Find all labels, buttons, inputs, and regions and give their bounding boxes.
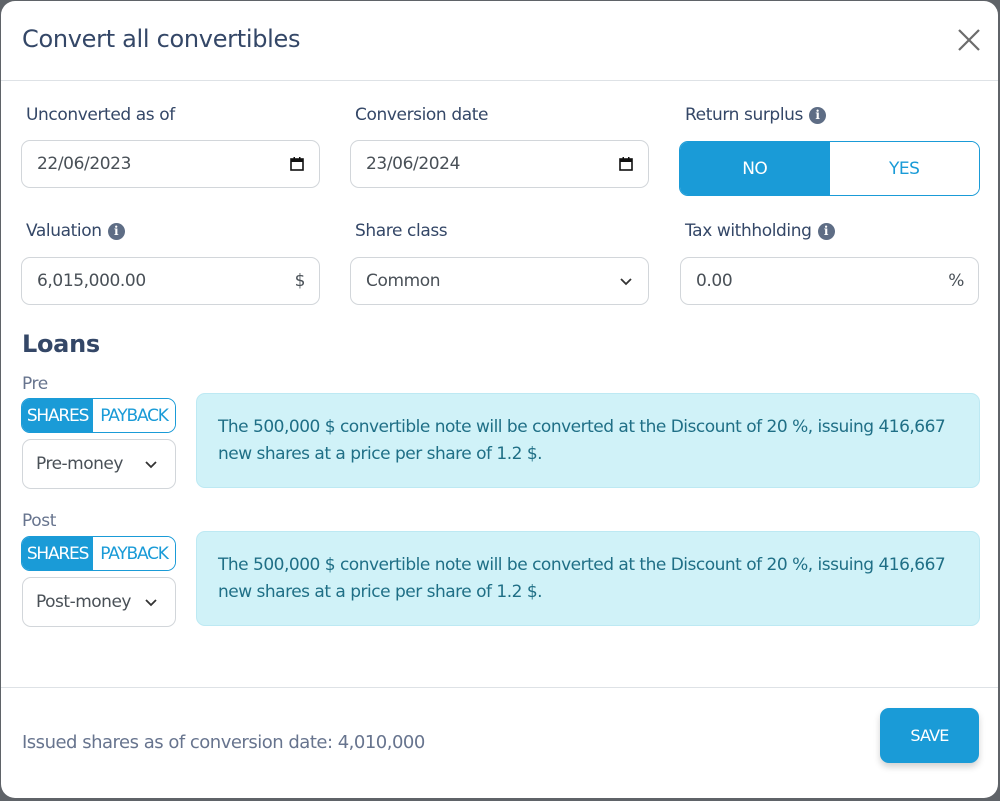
modal-footer: Issued shares as of conversion date: 4,0… [1,687,998,798]
info-icon[interactable]: i [107,222,125,240]
convert-convertibles-modal: Convert all convertibles Unconverted as … [1,1,998,798]
unconverted-as-of-date-input[interactable]: 22/06/2023 [21,140,320,188]
valuation-label: Valuation i [26,221,125,241]
unconverted-as-of-label: Unconverted as of [26,105,175,125]
save-button[interactable]: SAVE [880,708,979,763]
info-icon[interactable]: i [808,106,826,124]
post-shares-option[interactable]: SHARES [22,537,93,570]
tax-withholding-label-text: Tax withholding [685,221,812,241]
pre-loan-conversion-message: The 500,000 $ convertible note will be c… [196,393,980,488]
unconverted-as-of-label-text: Unconverted as of [26,105,175,125]
currency-suffix: $ [294,271,306,291]
tax-withholding-value: 0.00 [696,271,733,291]
return-surplus-label: Return surplus i [685,105,826,125]
return-surplus-toggle: NO YES [679,141,980,196]
share-class-select[interactable]: Common [350,257,649,305]
valuation-label-text: Valuation [26,221,102,241]
return-surplus-label-text: Return surplus [685,105,803,125]
conversion-date-label: Conversion date [355,105,488,125]
chevron-down-icon [145,599,157,607]
modal-title: Convert all convertibles [22,25,301,53]
percent-suffix: % [948,271,964,291]
post-loan-conversion-message: The 500,000 $ convertible note will be c… [196,531,980,626]
pre-money-select[interactable]: Pre-money [22,439,176,489]
post-payback-option[interactable]: PAYBACK [93,537,175,570]
share-class-label: Share class [355,221,448,241]
tax-withholding-input[interactable]: 0.00 % [680,257,979,305]
pre-money-value: Pre-money [36,454,123,474]
calendar-icon[interactable] [289,156,305,172]
info-icon[interactable]: i [817,222,835,240]
post-loan-label: Post [22,511,56,531]
tax-withholding-label: Tax withholding i [685,221,835,241]
chevron-down-icon [145,461,157,469]
valuation-value: 6,015,000.00 [37,271,146,291]
pre-loan-conversion-toggle: SHARES PAYBACK [21,398,176,433]
return-surplus-no-option[interactable]: NO [680,142,830,195]
post-loan-conversion-toggle: SHARES PAYBACK [21,536,176,571]
post-money-select[interactable]: Post-money [22,577,176,627]
conversion-date-input[interactable]: 23/06/2024 [350,140,649,188]
conversion-date-value: 23/06/2024 [366,154,460,174]
valuation-input[interactable]: 6,015,000.00 $ [21,257,320,305]
share-class-value: Common [366,271,441,291]
pre-shares-option[interactable]: SHARES [22,399,93,432]
unconverted-as-of-value: 22/06/2023 [37,154,131,174]
modal-header: Convert all convertibles [1,1,998,81]
chevron-down-icon [620,278,632,286]
pre-loan-label: Pre [22,374,48,394]
close-icon[interactable] [956,27,982,53]
loans-heading: Loans [22,330,100,358]
share-class-label-text: Share class [355,221,448,241]
calendar-icon[interactable] [618,156,634,172]
post-money-value: Post-money [36,592,131,612]
issued-shares-text: Issued shares as of conversion date: 4,0… [22,732,425,753]
return-surplus-yes-option[interactable]: YES [829,142,979,195]
conversion-date-label-text: Conversion date [355,105,489,125]
pre-payback-option[interactable]: PAYBACK [93,399,175,432]
